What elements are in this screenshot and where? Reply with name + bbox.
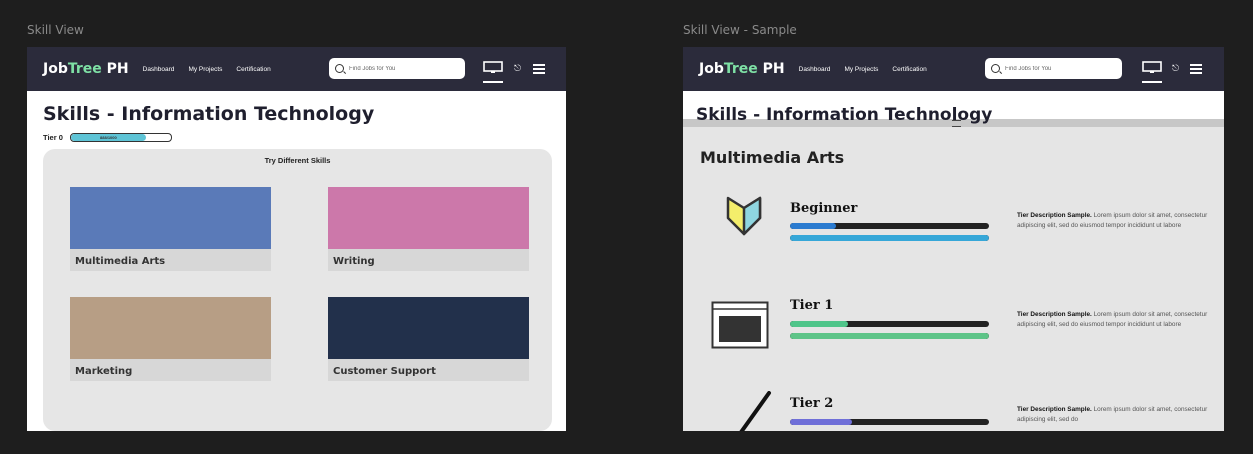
active-indicator [1142,81,1162,83]
nav-link-certification[interactable]: Certification [892,66,926,73]
frame-label-skill-view-sample: Skill View - Sample [683,23,797,37]
search-box[interactable] [329,58,465,79]
shield-icon [726,196,762,236]
tier-progress-bar [790,333,989,339]
skill-label: Writing [328,249,529,271]
monitor-icon[interactable] [1142,61,1162,73]
text-cursor-icon [952,120,961,127]
panel-title: Try Different Skills [264,156,331,165]
search-input[interactable] [1005,65,1105,72]
search-input[interactable] [349,65,449,72]
skill-card-customer-support[interactable]: Customer Support [328,297,529,381]
tier-progress-bar [790,235,989,241]
skill-thumbnail [70,297,271,359]
tier-description: Tier Description Sample. Lorem ipsum dol… [1017,406,1208,423]
tier-progress-bar [790,419,989,425]
tier-name-beginner: Beginner [790,201,858,216]
browser-window-icon [711,301,769,349]
frame-label-skill-view: Skill View [27,23,84,37]
tier-row: Tier 0 888/1000 [43,133,172,142]
nav-link-my-projects[interactable]: My Projects [188,66,222,73]
bell-icon[interactable]: ⎋ [514,64,521,73]
nav-link-my-projects[interactable]: My Projects [844,66,878,73]
tier-progress-bar [790,223,989,229]
skill-label: Marketing [70,359,271,381]
logo[interactable]: JobTree PH [43,61,129,77]
logo[interactable]: JobTree PH [699,61,785,77]
menu-icon[interactable] [533,64,545,76]
monitor-icon[interactable] [483,61,503,73]
skills-panel: Try Different Skills Multimedia Arts Wri… [43,149,552,431]
page-title: Skills - Information Technology [43,103,375,125]
tier-name-tier-1: Tier 1 [790,298,834,313]
skill-thumbnail [328,297,529,359]
search-icon [335,64,344,73]
skill-thumbnail [70,187,271,249]
skill-thumbnail [328,187,529,249]
tier-progress-bar: 888/1000 [69,133,172,142]
top-nav: JobTree PH Dashboard My Projects Certifi… [683,47,1224,91]
tier-description: Tier Description Sample. Lorem ipsum dol… [1017,311,1208,328]
skill-label: Multimedia Arts [70,249,271,271]
skill-view-frame: JobTree PH Dashboard My Projects Certifi… [27,47,566,431]
skill-card-multimedia-arts[interactable]: Multimedia Arts [70,187,271,271]
pen-icon [739,391,771,431]
bell-icon[interactable]: ⎋ [1172,64,1179,73]
tier-label: Tier 0 [43,133,63,142]
menu-icon[interactable] [1190,64,1202,76]
skill-card-marketing[interactable]: Marketing [70,297,271,381]
skill-view-sample-frame: JobTree PH Dashboard My Projects Certifi… [683,47,1224,431]
progress-text: 888/1000 [100,135,117,141]
top-nav: JobTree PH Dashboard My Projects Certifi… [27,47,566,91]
search-icon [991,64,1000,73]
search-box[interactable] [985,58,1122,79]
page-title: Skills - Information Technology [696,105,993,125]
skill-label: Customer Support [328,359,529,381]
tier-progress-bar [790,321,989,327]
nav-link-dashboard[interactable]: Dashboard [143,66,175,73]
tier-name-tier-2: Tier 2 [790,396,834,411]
skill-card-writing[interactable]: Writing [328,187,529,271]
active-indicator [483,81,503,83]
tier-description: Tier Description Sample. Lorem ipsum dol… [1017,212,1208,229]
nav-link-dashboard[interactable]: Dashboard [799,66,831,73]
section-title: Multimedia Arts [700,148,845,167]
content-background [683,124,1224,431]
nav-link-certification[interactable]: Certification [236,66,270,73]
